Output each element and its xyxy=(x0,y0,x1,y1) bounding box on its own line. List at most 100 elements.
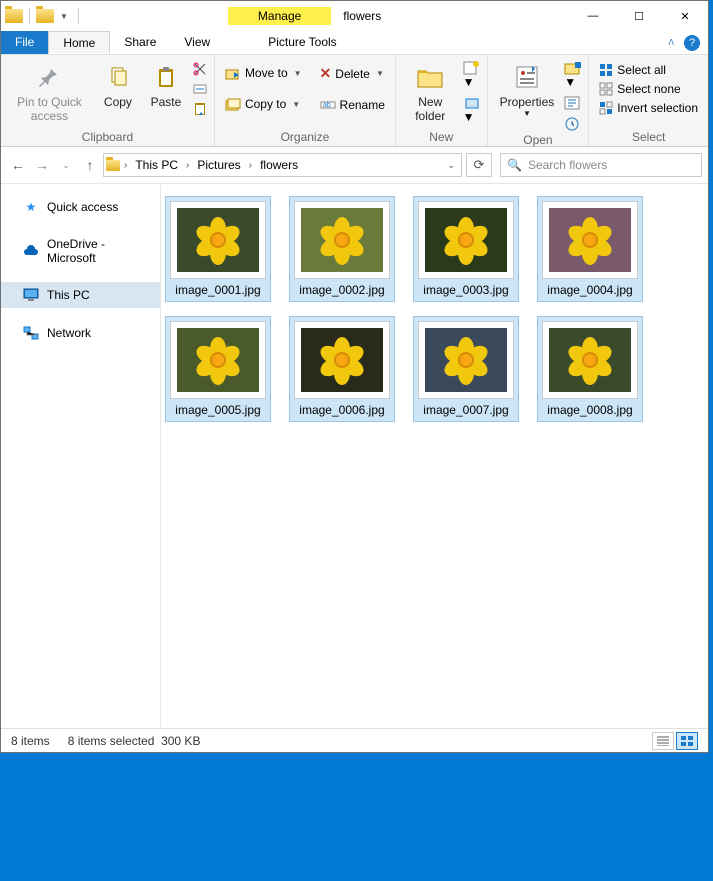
search-box[interactable]: 🔍 Search flowers xyxy=(500,153,702,177)
pin-icon xyxy=(33,61,65,93)
collapse-ribbon-icon[interactable]: ᐱ xyxy=(665,38,678,47)
file-item[interactable]: image_0007.jpg xyxy=(413,316,519,422)
group-label-clipboard: Clipboard xyxy=(7,128,208,146)
invert-icon xyxy=(599,101,613,115)
details-view-button[interactable] xyxy=(652,732,674,750)
status-item-count: 8 items xyxy=(11,734,50,748)
nav-label: Network xyxy=(47,326,91,340)
recent-locations-button[interactable]: ⌄ xyxy=(55,154,77,176)
nav-item-quick-access[interactable]: ★ Quick access xyxy=(1,194,160,220)
chevron-right-icon[interactable]: › xyxy=(184,160,191,171)
window-controls: — ☐ ✕ xyxy=(570,1,708,31)
chevron-right-icon[interactable]: › xyxy=(247,160,254,171)
help-icon[interactable]: ? xyxy=(684,35,700,51)
copy-to-label: Copy to xyxy=(245,97,286,111)
quick-access-toolbar: ▼ xyxy=(1,8,83,24)
open-icon[interactable]: ▼ xyxy=(564,61,582,89)
tab-picture-tools[interactable]: Picture Tools xyxy=(254,31,350,54)
forward-button[interactable]: → xyxy=(31,154,53,176)
tab-home[interactable]: Home xyxy=(48,31,110,54)
new-item-icon[interactable]: ▼ xyxy=(463,61,481,89)
search-icon: 🔍 xyxy=(507,158,522,172)
properties-label: Properties xyxy=(500,95,555,109)
invert-selection-button[interactable]: Invert selection xyxy=(595,99,702,117)
chevron-down-icon[interactable]: ▼ xyxy=(56,12,72,21)
ribbon-group-organize: Move to▼ Copy to▼ ✕ Delete▼ ab Rename xyxy=(215,55,396,146)
edit-icon[interactable] xyxy=(564,90,582,110)
file-item[interactable]: image_0008.jpg xyxy=(537,316,643,422)
file-item[interactable]: image_0003.jpg xyxy=(413,196,519,302)
file-item[interactable]: image_0006.jpg xyxy=(289,316,395,422)
tab-view[interactable]: View xyxy=(170,31,224,54)
select-all-icon xyxy=(599,63,613,77)
items-grid: image_0001.jpg image_0002.jpg image_0003.j… xyxy=(165,196,704,422)
flower-icon xyxy=(445,339,487,381)
group-label-organize: Organize xyxy=(221,128,389,146)
rename-button[interactable]: ab Rename xyxy=(316,95,389,115)
nav-item-this-pc[interactable]: This PC xyxy=(1,282,160,308)
tab-share[interactable]: Share xyxy=(110,31,170,54)
breadcrumb-segment[interactable]: Pictures xyxy=(193,158,244,172)
file-name-label: image_0008.jpg xyxy=(547,399,632,417)
file-item[interactable]: image_0005.jpg xyxy=(165,316,271,422)
paste-shortcut-icon[interactable] xyxy=(192,98,208,117)
content-pane[interactable]: image_0001.jpg image_0002.jpg image_0003.j… xyxy=(161,184,708,728)
file-name-label: image_0007.jpg xyxy=(423,399,508,417)
breadcrumb-segment[interactable]: flowers xyxy=(256,158,302,172)
move-to-button[interactable]: Move to▼ xyxy=(221,63,306,83)
easy-access-icon[interactable]: ▼ xyxy=(463,90,481,124)
select-all-button[interactable]: Select all xyxy=(595,61,702,79)
breadcrumb-segment[interactable]: This PC xyxy=(131,158,182,172)
minimize-button[interactable]: — xyxy=(570,1,616,31)
file-item[interactable]: image_0001.jpg xyxy=(165,196,271,302)
separator xyxy=(78,8,79,24)
thumbnail xyxy=(170,201,266,279)
nav-label: OneDrive - Microsoft xyxy=(47,237,152,265)
new-folder-button[interactable]: New folder xyxy=(402,57,459,128)
up-button[interactable]: ↑ xyxy=(79,154,101,176)
paste-button[interactable]: Paste xyxy=(144,57,188,113)
folder-icon[interactable] xyxy=(36,9,54,23)
properties-icon xyxy=(511,61,543,93)
paste-label: Paste xyxy=(151,95,182,109)
rename-icon: ab xyxy=(320,97,336,113)
select-none-button[interactable]: Select none xyxy=(595,80,702,98)
refresh-button[interactable]: ⟳ xyxy=(466,153,492,177)
flower-icon xyxy=(197,219,239,261)
back-button[interactable]: ← xyxy=(7,154,29,176)
copy-icon xyxy=(102,61,134,93)
properties-button[interactable]: Properties ▼ xyxy=(494,57,561,123)
close-button[interactable]: ✕ xyxy=(662,1,708,31)
pin-quick-access-button[interactable]: Pin to Quick access xyxy=(7,57,92,128)
file-name-label: image_0003.jpg xyxy=(423,279,508,297)
copy-button[interactable]: Copy xyxy=(96,57,140,113)
copy-to-button[interactable]: Copy to▼ xyxy=(221,94,306,114)
flower-icon xyxy=(321,339,363,381)
network-icon xyxy=(23,325,39,341)
thumbnails-view-button[interactable] xyxy=(676,732,698,750)
file-item[interactable]: image_0002.jpg xyxy=(289,196,395,302)
contextual-tab-manage[interactable]: Manage xyxy=(228,7,331,25)
address-dropdown-icon[interactable]: ⌄ xyxy=(441,160,461,171)
cut-icon[interactable] xyxy=(192,61,208,77)
file-name-label: image_0001.jpg xyxy=(175,279,260,297)
folder-icon xyxy=(106,160,120,171)
title-bar: ▼ Manage flowers — ☐ ✕ xyxy=(1,1,708,31)
copy-label: Copy xyxy=(104,95,132,109)
move-to-icon xyxy=(225,65,241,81)
address-bar[interactable]: › This PC › Pictures › flowers ⌄ xyxy=(103,153,462,177)
maximize-button[interactable]: ☐ xyxy=(616,1,662,31)
tab-file[interactable]: File xyxy=(1,31,48,54)
nav-item-onedrive[interactable]: OneDrive - Microsoft xyxy=(1,232,160,270)
nav-item-network[interactable]: Network xyxy=(1,320,160,346)
folder-icon[interactable] xyxy=(5,9,23,23)
delete-button[interactable]: ✕ Delete▼ xyxy=(316,63,389,84)
copy-path-icon[interactable] xyxy=(192,78,208,97)
ribbon: Pin to Quick access Copy Paste xyxy=(1,55,708,147)
flower-icon xyxy=(321,219,363,261)
history-icon[interactable] xyxy=(564,111,582,131)
file-item[interactable]: image_0004.jpg xyxy=(537,196,643,302)
thumbnail xyxy=(418,201,514,279)
ribbon-group-clipboard: Pin to Quick access Copy Paste xyxy=(1,55,215,146)
chevron-right-icon[interactable]: › xyxy=(122,160,129,171)
